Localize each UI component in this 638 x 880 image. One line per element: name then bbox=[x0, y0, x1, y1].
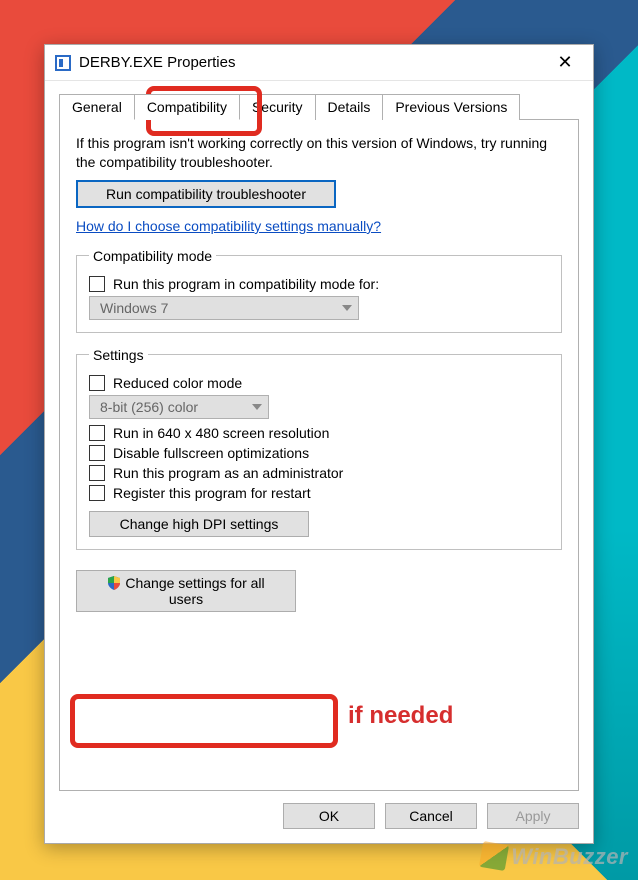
checkbox-icon[interactable] bbox=[89, 276, 105, 292]
compatibility-panel: If this program isn't working correctly … bbox=[59, 119, 579, 791]
tab-strip: General Compatibility Security Details P… bbox=[59, 94, 579, 120]
compat-mode-checkbox-row[interactable]: Run this program in compatibility mode f… bbox=[89, 276, 549, 292]
checkbox-icon[interactable] bbox=[89, 445, 105, 461]
reduced-color-label: Reduced color mode bbox=[113, 375, 242, 391]
run-admin-row[interactable]: Run this program as an administrator bbox=[89, 465, 549, 481]
run-admin-label: Run this program as an administrator bbox=[113, 465, 343, 481]
reduced-color-row[interactable]: Reduced color mode bbox=[89, 375, 549, 391]
tab-previous-versions[interactable]: Previous Versions bbox=[382, 94, 520, 120]
disable-fullscreen-row[interactable]: Disable fullscreen optimizations bbox=[89, 445, 549, 461]
help-link[interactable]: How do I choose compatibility settings m… bbox=[76, 218, 562, 234]
checkbox-icon[interactable] bbox=[89, 465, 105, 481]
ok-button[interactable]: OK bbox=[283, 803, 375, 829]
compat-mode-select[interactable]: Windows 7 bbox=[89, 296, 359, 320]
watermark: WinBuzzer bbox=[481, 843, 628, 870]
cancel-button[interactable]: Cancel bbox=[385, 803, 477, 829]
settings-legend: Settings bbox=[89, 347, 148, 363]
checkbox-icon[interactable] bbox=[89, 425, 105, 441]
app-icon bbox=[55, 55, 71, 71]
change-all-users-button[interactable]: Change settings for all users bbox=[76, 570, 296, 612]
low-res-row[interactable]: Run in 640 x 480 screen resolution bbox=[89, 425, 549, 441]
intro-text: If this program isn't working correctly … bbox=[76, 134, 562, 172]
tab-details[interactable]: Details bbox=[315, 94, 384, 120]
compat-mode-label: Run this program in compatibility mode f… bbox=[113, 276, 379, 292]
color-depth-selected: 8-bit (256) color bbox=[100, 399, 198, 415]
chevron-down-icon bbox=[252, 404, 262, 410]
dialog-footer: OK Cancel Apply bbox=[45, 791, 593, 843]
settings-group: Settings Reduced color mode 8-bit (256) … bbox=[76, 347, 562, 550]
checkbox-icon[interactable] bbox=[89, 375, 105, 391]
content-area: General Compatibility Security Details P… bbox=[45, 81, 593, 791]
watermark-text: WinBuzzer bbox=[511, 844, 628, 869]
window-title: DERBY.EXE Properties bbox=[79, 54, 235, 71]
run-troubleshooter-button[interactable]: Run compatibility troubleshooter bbox=[76, 180, 336, 208]
high-dpi-button[interactable]: Change high DPI settings bbox=[89, 511, 309, 537]
compat-mode-legend: Compatibility mode bbox=[89, 248, 216, 264]
close-icon[interactable]: ✕ bbox=[543, 49, 587, 77]
compat-mode-selected: Windows 7 bbox=[100, 300, 168, 316]
tab-security[interactable]: Security bbox=[239, 94, 316, 120]
shield-icon bbox=[107, 576, 121, 590]
color-depth-select[interactable]: 8-bit (256) color bbox=[89, 395, 269, 419]
tab-general[interactable]: General bbox=[59, 94, 135, 120]
watermark-icon bbox=[479, 841, 509, 871]
compat-mode-group: Compatibility mode Run this program in c… bbox=[76, 248, 562, 333]
register-restart-row[interactable]: Register this program for restart bbox=[89, 485, 549, 501]
properties-window: DERBY.EXE Properties ✕ General Compatibi… bbox=[44, 44, 594, 844]
low-res-label: Run in 640 x 480 screen resolution bbox=[113, 425, 329, 441]
all-users-wrap: Change settings for all users bbox=[76, 570, 562, 612]
apply-button[interactable]: Apply bbox=[487, 803, 579, 829]
chevron-down-icon bbox=[342, 305, 352, 311]
register-restart-label: Register this program for restart bbox=[113, 485, 311, 501]
change-all-users-label: Change settings for all users bbox=[125, 575, 264, 607]
disable-fullscreen-label: Disable fullscreen optimizations bbox=[113, 445, 309, 461]
annotation-text: if needed bbox=[348, 702, 453, 730]
checkbox-icon[interactable] bbox=[89, 485, 105, 501]
titlebar[interactable]: DERBY.EXE Properties ✕ bbox=[45, 45, 593, 81]
tab-compatibility[interactable]: Compatibility bbox=[134, 94, 240, 120]
